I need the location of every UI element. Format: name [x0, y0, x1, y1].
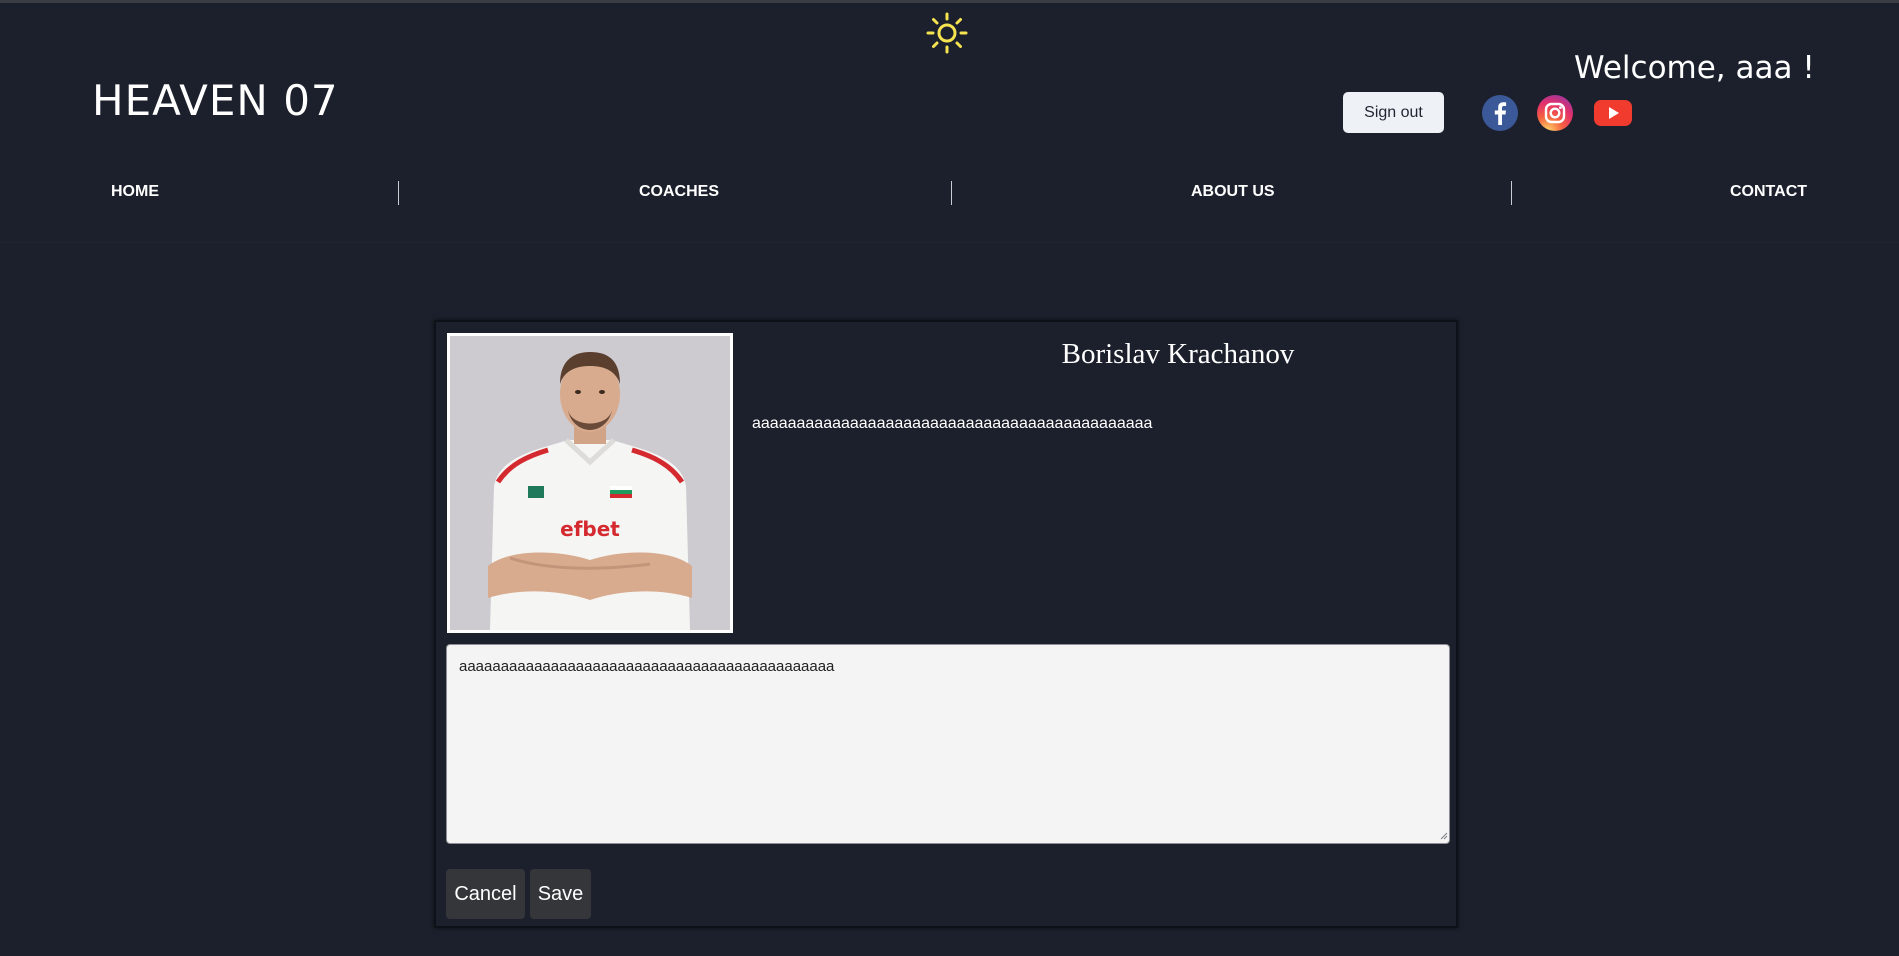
coach-edit-card: efbet Borislav Krachanov aaaaaaaaaaaaaaa…: [434, 320, 1458, 928]
welcome-message: Welcome, aaa !: [1574, 50, 1815, 86]
cancel-button[interactable]: Cancel: [446, 869, 525, 919]
youtube-icon[interactable]: [1593, 95, 1633, 131]
nav-contact[interactable]: CONTACT: [1730, 183, 1807, 201]
nav-separator: [951, 181, 952, 205]
resize-handle-icon[interactable]: [1440, 832, 1448, 840]
site-logo[interactable]: HEAVEN 07: [92, 76, 339, 125]
coach-name: Borislav Krachanov: [1061, 338, 1295, 370]
nav-about-us[interactable]: ABOUT US: [1191, 183, 1275, 201]
nav-separator: [1511, 181, 1512, 205]
sign-out-button[interactable]: Sign out: [1343, 92, 1444, 133]
coach-photo: efbet: [447, 333, 733, 633]
nav-home[interactable]: HOME: [111, 183, 159, 201]
nav-separator: [398, 181, 399, 205]
save-button[interactable]: Save: [530, 869, 591, 919]
description-editor[interactable]: aaaaaaaaaaaaaaaaaaaaaaaaaaaaaaaaaaaaaaaa…: [446, 644, 1450, 844]
nav-coaches[interactable]: COACHES: [639, 183, 719, 201]
top-border: [0, 0, 1899, 3]
instagram-icon[interactable]: [1537, 95, 1573, 131]
sun-icon[interactable]: [926, 12, 968, 54]
coach-description: aaaaaaaaaaaaaaaaaaaaaaaaaaaaaaaaaaaaaaaa…: [752, 415, 1153, 432]
facebook-icon[interactable]: [1482, 95, 1518, 131]
coach-portrait-image: efbet: [450, 336, 730, 630]
shirt-sponsor-text: efbet: [560, 517, 620, 541]
header-divider: [0, 242, 1899, 243]
